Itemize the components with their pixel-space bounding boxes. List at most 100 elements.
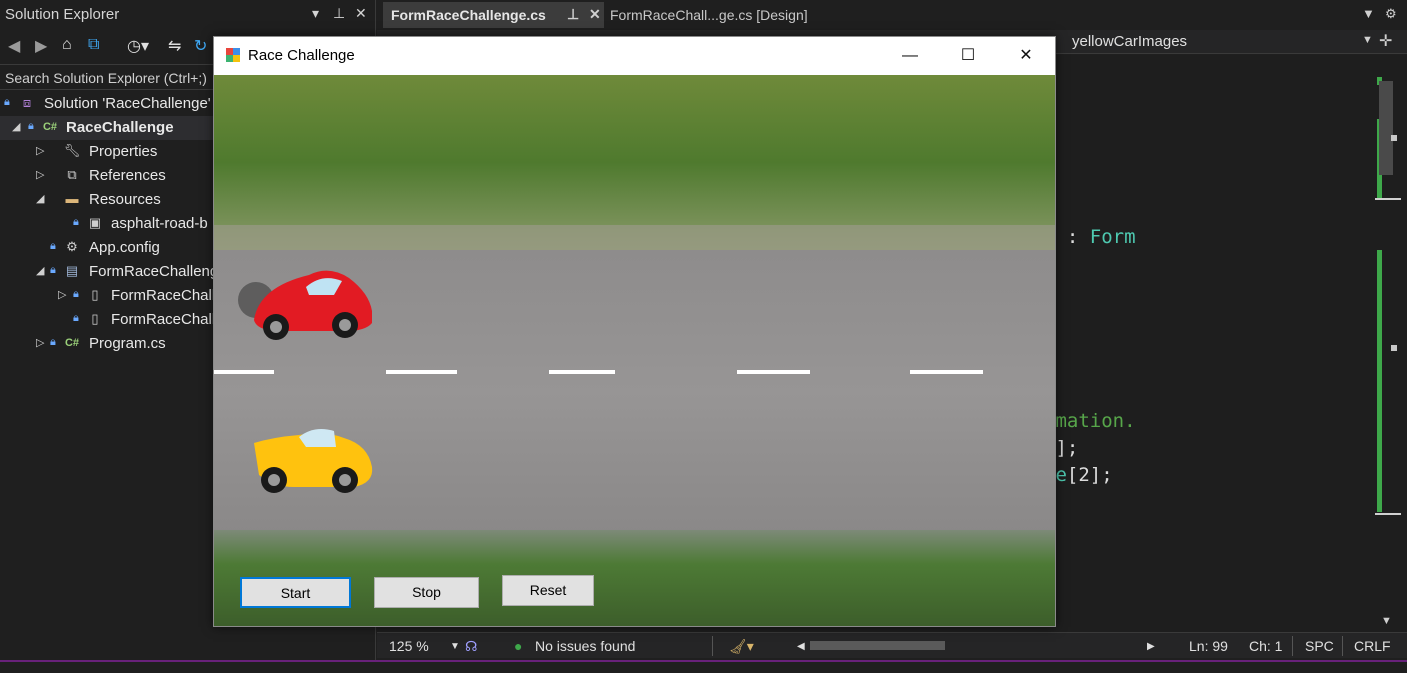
whitespace-mode[interactable]: SPC [1305,638,1334,654]
sync-with-document-icon[interactable]: ⇋ [168,36,181,56]
split-editor-icon[interactable]: ✛ [1379,31,1392,51]
close-icon[interactable]: ✕ [355,5,367,22]
pending-changes-filter-icon[interactable]: ◷▾ [127,36,149,56]
reset-button[interactable]: Reset [502,575,594,606]
tree-item-label: Properties [89,143,158,160]
ide-status-strip [0,660,1407,673]
tree-item-label: Resources [89,191,161,208]
tab-list-dropdown-icon[interactable]: ▼ [1362,6,1375,21]
tree-item-label: Program.cs [89,335,166,352]
collapse-icon[interactable]: ◢ [12,120,20,133]
issues-status[interactable]: No issues found [535,638,635,654]
vertical-scrollbar[interactable]: ▼ [1372,55,1407,632]
pin-icon[interactable]: ⊥ [333,5,345,22]
caret-position-marker [1375,513,1401,515]
code-comment: imation. [1044,410,1136,432]
folder-icon: ▬ [65,191,79,206]
wrench-icon: 🔧︎ [63,143,81,158]
expand-icon[interactable]: ▷ [58,288,66,301]
back-icon[interactable]: ◀ [8,36,20,56]
collapse-icon[interactable]: ◢ [36,264,44,277]
maximize-icon[interactable]: ☐ [939,37,997,75]
csharp-file-icon: C# [64,337,80,349]
collapse-icon[interactable]: ◢ [36,192,44,205]
chevron-down-icon[interactable]: ▼ [1362,34,1373,46]
horizontal-scroll-thumb[interactable] [810,641,945,650]
check-circle-icon: ● [514,638,523,654]
form-icon: ▤ [65,263,79,278]
lock-icon: 🔒︎ [73,312,79,324]
tree-item-label: FormRaceChalle [111,287,224,304]
scroll-thumb[interactable] [1379,81,1393,175]
scroll-right-icon[interactable]: ▶ [1147,641,1155,652]
lock-icon: 🔒︎ [50,240,56,252]
tab-form-race-challenge-cs[interactable]: FormRaceChallenge.cs ⊥ ✕ [383,2,604,28]
refresh-icon[interactable]: ↻ [194,36,207,56]
tree-item-label: App.config [89,239,160,256]
code-file-icon: ▯ [91,287,99,302]
solution-icon: ⧈ [22,95,32,110]
separator [1292,636,1293,656]
window-title: Race Challenge [248,47,355,64]
lock-icon: 🔒︎ [73,288,79,300]
lock-icon: 🔒︎ [28,120,34,132]
settings-gear-icon[interactable]: ⚙ [1385,6,1397,22]
separator [712,636,713,656]
line-ending-mode[interactable]: CRLF [1354,638,1391,654]
search-input[interactable]: Search Solution Explorer (Ctrl+;) [5,70,207,86]
tree-item-label: FormRaceChalle [111,311,224,328]
home-icon[interactable]: ⌂ [62,36,72,54]
scroll-left-icon[interactable]: ◀ [797,641,805,652]
code-line: e : Form [1044,226,1136,248]
tree-item-label: FormRaceChalleng [89,263,219,280]
lock-icon: 🔒︎ [4,96,10,108]
document-tab-bar: FormRaceChallenge.cs ⊥ ✕ FormRaceChall..… [377,0,1407,30]
intellicode-icon[interactable]: ☊ [465,638,477,655]
code-cleanup-icon[interactable]: 🧹︎▾ [729,638,754,655]
window-titlebar[interactable]: Race Challenge — ☐ ✕ [214,37,1055,75]
race-challenge-window: Race Challenge — ☐ ✕ Start Stop Reset [213,36,1056,627]
minimize-icon[interactable]: — [881,37,939,75]
column-number[interactable]: Ch: 1 [1249,638,1282,654]
close-window-icon[interactable]: ✕ [997,37,1055,75]
zoom-level[interactable]: 125 % [389,638,429,654]
code-file-icon: ▯ [91,311,99,326]
start-button[interactable]: Start [240,577,351,608]
lock-icon: 🔒︎ [50,336,56,348]
stop-button[interactable]: Stop [374,577,479,608]
forward-icon[interactable]: ▶ [35,36,47,56]
race-canvas: Start Stop Reset [214,75,1055,626]
road-scene [214,75,1055,626]
scroll-down-icon[interactable]: ▼ [1381,615,1392,627]
window-position-dropdown-icon[interactable]: ▾ [312,5,319,22]
scroll-marker [1375,198,1401,200]
expand-icon[interactable]: ▷ [36,336,44,349]
scroll-marker [1391,135,1397,141]
image-file-icon: ▣ [88,215,102,230]
lock-icon: 🔒︎ [50,264,56,276]
grass-top [214,75,1055,250]
config-file-icon: ⚙ [66,239,78,254]
member-dropdown[interactable]: yellowCarImages [1072,33,1187,50]
csharp-project-icon: C# [42,121,58,133]
tab-form-designer[interactable]: FormRaceChall...ge.cs [Design] [604,2,869,28]
tab-label: FormRaceChallenge.cs [391,7,546,23]
scroll-marker [1391,345,1397,351]
chevron-down-icon[interactable]: ▼ [450,641,460,652]
solution-explorer-title: Solution Explorer [5,6,120,23]
separator [1342,636,1343,656]
tab-label: FormRaceChall...ge.cs [Design] [610,7,808,23]
expand-icon[interactable]: ▷ [36,144,44,157]
change-marker [1377,250,1382,512]
line-number[interactable]: Ln: 99 [1189,638,1228,654]
switch-views-icon[interactable]: ⧉ [88,36,99,54]
app-icon [226,48,240,62]
solution-explorer-header: Solution Explorer ▾ ⊥ ✕ [0,0,376,30]
pin-icon[interactable]: ⊥ [567,6,579,23]
tree-item-label: asphalt-road-b [111,215,208,232]
editor-status-bar: 125 % ▼ ☊ ● No issues found 🧹︎▾ ◀ ▶ Ln: … [377,632,1407,658]
tree-item-label: References [89,167,166,184]
references-icon: ⧉ [67,167,77,182]
close-tab-icon[interactable]: ✕ [589,6,601,23]
expand-icon[interactable]: ▷ [36,168,44,181]
